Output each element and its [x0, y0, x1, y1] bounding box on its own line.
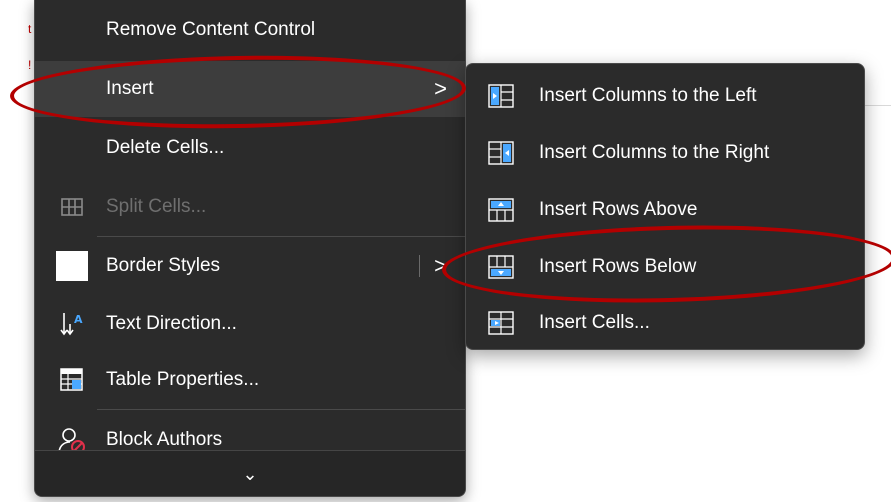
- menu-item-label: Text Direction...: [106, 313, 237, 334]
- insert-columns-right-icon: [486, 138, 516, 168]
- menu-item-label: Block Authors: [106, 429, 223, 450]
- menu-item-table-properties[interactable]: Table Properties...: [35, 352, 465, 408]
- menu-item-label: Insert: [106, 78, 154, 99]
- menu-separator: [97, 409, 465, 410]
- insert-submenu: Insert Columns to the Left Insert Column…: [465, 63, 865, 350]
- menu-item-remove-content-control[interactable]: Remove Content Control: [35, 2, 465, 58]
- document-rule: [862, 105, 891, 106]
- document-red-mark: t: [28, 22, 32, 36]
- submenu-item-insert-rows-below[interactable]: Insert Rows Below: [466, 238, 864, 295]
- menu-item-label: Delete Cells...: [106, 137, 225, 158]
- text-direction-icon: A: [55, 307, 89, 341]
- table-context-menu: Remove Content Control Insert > Delete C…: [34, 0, 466, 497]
- menu-item-insert[interactable]: Insert >: [35, 61, 465, 117]
- svg-text:A: A: [74, 313, 83, 326]
- split-button-divider: [419, 255, 420, 277]
- menu-item-delete-cells[interactable]: Delete Cells...: [35, 120, 465, 176]
- menu-item-border-styles[interactable]: Border Styles >: [35, 238, 465, 294]
- menu-separator: [97, 236, 465, 237]
- menu-item-label: Split Cells...: [106, 196, 207, 217]
- border-styles-swatch-icon: [55, 249, 89, 283]
- table-properties-icon: [55, 363, 89, 397]
- submenu-item-insert-cells[interactable]: Insert Cells...: [466, 294, 864, 349]
- document-red-mark: !: [28, 58, 32, 72]
- submenu-item-label: Insert Cells...: [539, 311, 650, 333]
- menu-item-split-cells: Split Cells...: [35, 179, 465, 235]
- submenu-item-label: Insert Rows Below: [539, 255, 697, 277]
- chevron-right-icon: >: [434, 76, 447, 101]
- submenu-item-label: Insert Columns to the Left: [539, 84, 757, 106]
- more-options-button[interactable]: ⌄: [35, 450, 465, 496]
- chevron-right-icon[interactable]: >: [434, 253, 447, 279]
- submenu-item-insert-columns-right[interactable]: Insert Columns to the Right: [466, 124, 864, 181]
- chevron-down-icon: ⌄: [242, 463, 258, 484]
- submenu-item-label: Insert Columns to the Right: [539, 141, 770, 163]
- menu-item-label: Remove Content Control: [106, 19, 316, 40]
- insert-rows-above-icon: [486, 195, 516, 225]
- insert-cells-icon: [486, 308, 516, 338]
- submenu-item-label: Insert Rows Above: [539, 198, 698, 220]
- menu-item-label: Table Properties...: [106, 369, 260, 390]
- submenu-item-insert-rows-above[interactable]: Insert Rows Above: [466, 181, 864, 238]
- split-cells-icon: [55, 190, 89, 224]
- submenu-item-insert-columns-left[interactable]: Insert Columns to the Left: [466, 67, 864, 124]
- insert-rows-below-icon: [486, 252, 516, 282]
- insert-columns-left-icon: [486, 81, 516, 111]
- menu-item-label: Border Styles: [106, 255, 221, 276]
- menu-item-text-direction[interactable]: A Text Direction...: [35, 296, 465, 352]
